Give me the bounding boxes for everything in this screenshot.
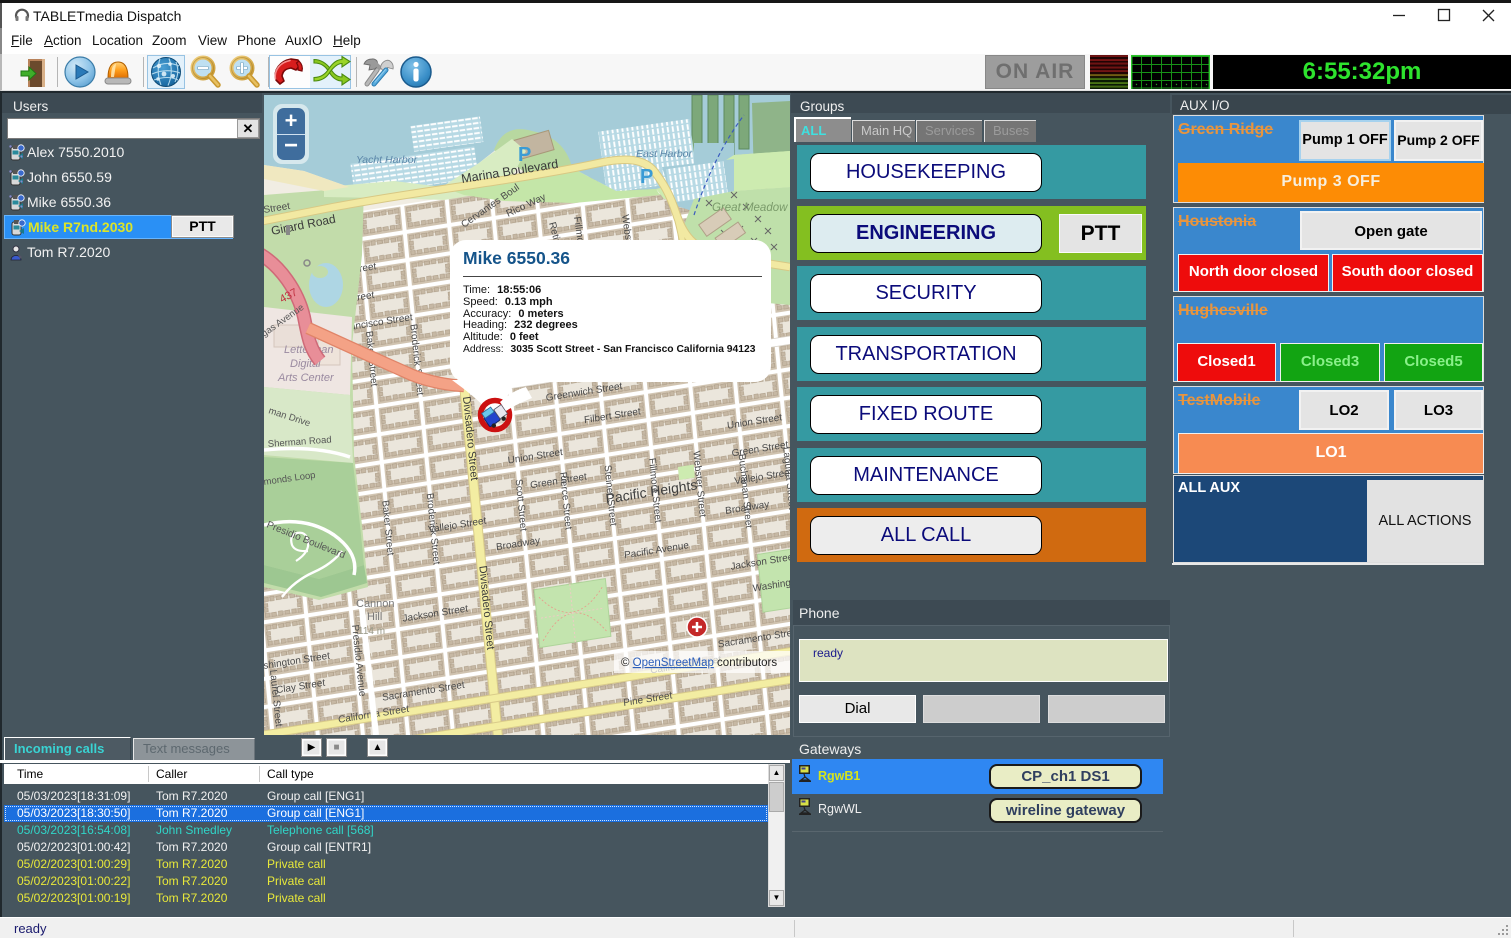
- svg-text:Hill: Hill: [367, 611, 382, 623]
- svg-text:P: P: [518, 144, 531, 166]
- svg-text:Arts Center: Arts Center: [277, 372, 335, 384]
- svg-text:114 m: 114 m: [358, 626, 385, 637]
- svg-text:Great Meadow: Great Meadow: [712, 202, 788, 214]
- svg-text:Cannon: Cannon: [356, 598, 395, 610]
- svg-text:East Harbor: East Harbor: [636, 148, 693, 160]
- svg-text:Yacht Harbor: Yacht Harbor: [356, 154, 418, 166]
- svg-text:P: P: [640, 166, 653, 188]
- svg-text:© OpenStreetMap contributors: © OpenStreetMap contributors: [621, 657, 777, 669]
